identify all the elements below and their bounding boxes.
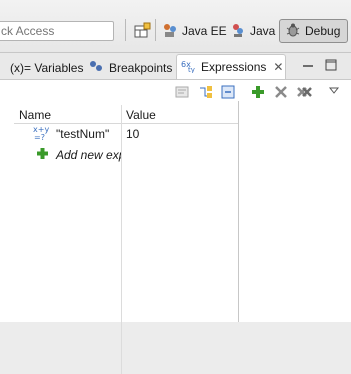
add-new-expression-label: Add new exp (56, 148, 121, 162)
column-header-name[interactable]: Name (19, 108, 51, 122)
tab-breakpoints[interactable]: Breakpoints (89, 57, 172, 78)
open-perspective-icon[interactable] (133, 22, 151, 40)
toolbar-separator (125, 19, 126, 41)
remove-all-icon[interactable] (296, 84, 312, 100)
expressions-view: (x)= Variables Breakpoints 6x ty Expressi… (0, 52, 351, 374)
expressions-tab-icon: 6x ty (181, 59, 197, 76)
collapse-icon[interactable] (220, 84, 236, 100)
perspective-java[interactable]: Java (230, 19, 275, 43)
perspective-debug[interactable]: Debug (285, 19, 340, 43)
view-tab-bar: (x)= Variables Breakpoints 6x ty Expressi… (0, 53, 351, 80)
add-new-expression-row[interactable]: Add new exp (14, 145, 121, 163)
java-ee-icon (162, 22, 178, 41)
tab-expressions[interactable]: 6x ty Expressions ✕ (176, 54, 286, 79)
table-row[interactable]: x+y =? "testNum" 10 (14, 124, 238, 142)
collapse-all-icon[interactable] (197, 84, 213, 100)
add-icon (36, 147, 49, 160)
svg-text:ty: ty (188, 66, 195, 73)
column-header-value[interactable]: Value (126, 108, 156, 122)
svg-text:=?: =? (34, 133, 45, 141)
show-type-names-icon[interactable] (174, 84, 190, 100)
tab-variables[interactable]: (x)= Variables (10, 57, 83, 78)
remove-icon[interactable] (273, 84, 289, 100)
java-icon (230, 22, 246, 41)
expression-value: 10 (126, 127, 140, 141)
column-divider[interactable] (121, 105, 122, 374)
toolbar-separator (155, 19, 156, 41)
quick-access-field[interactable] (0, 21, 115, 41)
bug-icon (285, 22, 301, 41)
minimize-icon[interactable] (302, 60, 314, 72)
close-icon[interactable]: ✕ (273, 60, 283, 74)
view-menu-icon[interactable] (326, 82, 342, 98)
maximize-icon[interactable] (325, 59, 337, 71)
details-pane-divider[interactable] (238, 101, 239, 322)
watch-expression-icon: x+y =? (32, 125, 52, 142)
expression-name: "testNum" (56, 127, 110, 141)
add-expression-icon[interactable] (250, 84, 266, 100)
main-toolbar: Java EE Java Debug (0, 0, 351, 58)
perspective-java-ee[interactable]: Java EE (162, 19, 227, 43)
table-header: Name Value (14, 105, 238, 124)
quick-access-input[interactable] (0, 22, 115, 40)
breakpoints-icon (89, 59, 105, 76)
